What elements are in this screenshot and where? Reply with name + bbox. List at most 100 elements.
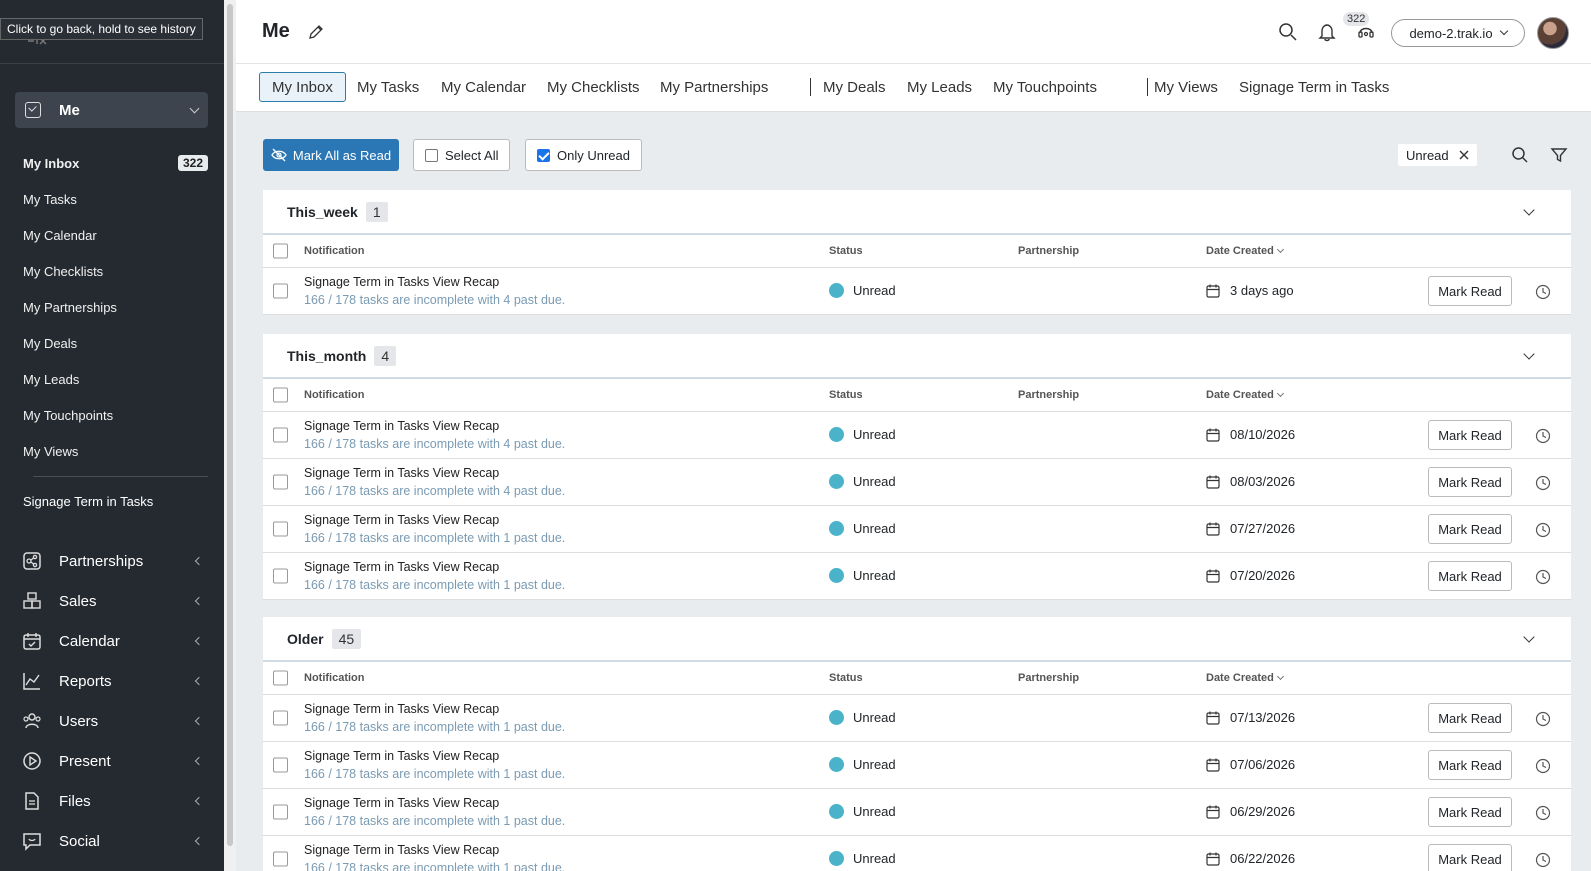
clock-icon[interactable] <box>1535 475 1551 491</box>
table-row[interactable]: Signage Term in Tasks View Recap 166 / 1… <box>263 268 1571 315</box>
tab-signage-term[interactable]: Signage Term in Tasks <box>1227 72 1401 102</box>
sidebar-item-me[interactable]: Me <box>15 92 208 128</box>
date-value: 07/13/2026 <box>1230 710 1296 725</box>
row-checkbox[interactable] <box>273 757 288 773</box>
select-all-checkbox[interactable] <box>425 148 438 162</box>
clock-icon[interactable] <box>1535 569 1551 585</box>
clock-icon[interactable] <box>1535 711 1551 727</box>
sidebar-item-signage-term[interactable]: Signage Term in Tasks <box>23 486 153 516</box>
group-header[interactable]: Older 45 <box>263 617 1571 662</box>
row-checkbox[interactable] <box>273 427 288 443</box>
chevron-down-icon[interactable] <box>1523 631 1535 643</box>
group-header[interactable]: This_week 1 <box>263 190 1571 235</box>
chevron-down-icon[interactable] <box>1523 204 1535 216</box>
sidebar-item-my-deals[interactable]: My Deals <box>23 325 208 361</box>
tab-my-tasks[interactable]: My Tasks <box>345 72 431 102</box>
mark-read-button[interactable]: Mark Read <box>1428 467 1512 497</box>
tab-my-views[interactable]: My Views <box>1142 72 1230 102</box>
clock-icon[interactable] <box>1535 805 1551 821</box>
row-checkbox[interactable] <box>273 521 288 537</box>
sidebar-item-my-views[interactable]: My Views <box>23 433 208 469</box>
sidebar-item-social[interactable]: Social <box>22 821 204 861</box>
table-row[interactable]: Signage Term in Tasks View Recap 166 / 1… <box>263 506 1571 553</box>
sidebar-item-my-partnerships[interactable]: My Partnerships <box>23 289 208 325</box>
sidebar-scrollbar[interactable] <box>227 4 233 846</box>
column-date-created[interactable]: Date Created <box>1206 389 1284 401</box>
sidebar-item-my-calendar[interactable]: My Calendar <box>23 217 208 253</box>
tab-my-deals[interactable]: My Deals <box>811 72 898 102</box>
clock-icon[interactable] <box>1535 852 1551 868</box>
only-unread-toggle[interactable]: Only Unread <box>525 139 642 171</box>
support-headset-icon[interactable] <box>1356 22 1376 42</box>
mark-read-button[interactable]: Mark Read <box>1428 514 1512 544</box>
row-checkbox[interactable] <box>273 474 288 490</box>
select-all-button[interactable]: Select All <box>413 139 511 171</box>
clock-icon[interactable] <box>1535 758 1551 774</box>
sidebar-item-calendar[interactable]: Calendar <box>22 621 204 661</box>
mark-read-button[interactable]: Mark Read <box>1428 561 1512 591</box>
table-row[interactable]: Signage Term in Tasks View Recap 166 / 1… <box>263 695 1571 742</box>
row-checkbox[interactable] <box>273 568 288 584</box>
table-row[interactable]: Signage Term in Tasks View Recap 166 / 1… <box>263 459 1571 506</box>
sidebar-item-my-touchpoints[interactable]: My Touchpoints <box>23 397 208 433</box>
mark-read-button[interactable]: Mark Read <box>1428 276 1512 306</box>
group-header[interactable]: This_month 4 <box>263 334 1571 379</box>
close-icon[interactable] <box>1459 150 1469 160</box>
search-icon[interactable] <box>1511 146 1529 164</box>
row-checkbox[interactable] <box>273 283 288 299</box>
tab-my-touchpoints[interactable]: My Touchpoints <box>981 72 1109 102</box>
row-checkbox[interactable] <box>273 804 288 820</box>
sidebar-item-files[interactable]: Files <box>22 781 204 821</box>
tab-my-calendar[interactable]: My Calendar <box>429 72 538 102</box>
mark-all-read-button[interactable]: Mark All as Read <box>263 139 399 171</box>
pencil-icon[interactable] <box>308 24 324 40</box>
chevron-down-icon <box>189 103 200 113</box>
search-icon[interactable] <box>1278 22 1298 42</box>
org-switcher[interactable]: demo-2.trak.io <box>1391 19 1525 47</box>
clock-icon[interactable] <box>1535 428 1551 444</box>
table-row[interactable]: Signage Term in Tasks View Recap 166 / 1… <box>263 836 1571 871</box>
sidebar-item-my-tasks[interactable]: My Tasks <box>23 181 208 217</box>
column-date-created[interactable]: Date Created <box>1206 245 1284 257</box>
unread-dot <box>829 710 844 725</box>
mark-read-button[interactable]: Mark Read <box>1428 844 1512 871</box>
sidebar-item-reports[interactable]: Reports <box>22 661 204 701</box>
row-checkbox[interactable] <box>273 710 288 726</box>
clock-icon[interactable] <box>1535 284 1551 300</box>
sidebar-item-label: My Leads <box>23 371 80 387</box>
select-all-rows-checkbox[interactable] <box>273 243 288 259</box>
avatar[interactable] <box>1537 17 1569 49</box>
select-all-rows-checkbox[interactable] <box>273 670 288 686</box>
sidebar-item-users[interactable]: Users <box>22 701 204 741</box>
table-header: Notification Status Partnership Date Cre… <box>263 662 1571 695</box>
select-all-rows-checkbox[interactable] <box>273 387 288 403</box>
bell-icon[interactable] <box>1317 22 1337 42</box>
sidebar-item-my-checklists[interactable]: My Checklists <box>23 253 208 289</box>
mark-read-button[interactable]: Mark Read <box>1428 703 1512 733</box>
table-row[interactable]: Signage Term in Tasks View Recap 166 / 1… <box>263 789 1571 836</box>
row-checkbox[interactable] <box>273 851 288 867</box>
mark-read-button[interactable]: Mark Read <box>1428 750 1512 780</box>
only-unread-checkbox[interactable] <box>537 148 550 162</box>
sidebar-item-partnerships[interactable]: Partnerships <box>22 541 204 581</box>
tab-my-checklists[interactable]: My Checklists <box>535 72 652 102</box>
chevron-left-icon <box>194 676 204 686</box>
sidebar-item-present[interactable]: Present <box>22 741 204 781</box>
mark-read-button[interactable]: Mark Read <box>1428 420 1512 450</box>
column-partnership: Partnership <box>1018 672 1080 684</box>
table-row[interactable]: Signage Term in Tasks View Recap 166 / 1… <box>263 553 1571 600</box>
sidebar-item-my-leads[interactable]: My Leads <box>23 361 208 397</box>
sidebar-item-my-inbox[interactable]: My Inbox 322 <box>23 145 208 181</box>
status-badge: Unread <box>829 521 896 536</box>
mark-read-button[interactable]: Mark Read <box>1428 797 1512 827</box>
clock-icon[interactable] <box>1535 522 1551 538</box>
sidebar-item-sales[interactable]: Sales <box>22 581 204 621</box>
tab-my-leads[interactable]: My Leads <box>895 72 984 102</box>
table-row[interactable]: Signage Term in Tasks View Recap 166 / 1… <box>263 742 1571 789</box>
column-date-created[interactable]: Date Created <box>1206 672 1284 684</box>
table-row[interactable]: Signage Term in Tasks View Recap 166 / 1… <box>263 412 1571 459</box>
filter-icon[interactable] <box>1550 146 1568 164</box>
tab-my-partnerships[interactable]: My Partnerships <box>648 72 780 102</box>
chevron-down-icon[interactable] <box>1523 348 1535 360</box>
tab-my-inbox[interactable]: My Inbox <box>259 72 346 102</box>
